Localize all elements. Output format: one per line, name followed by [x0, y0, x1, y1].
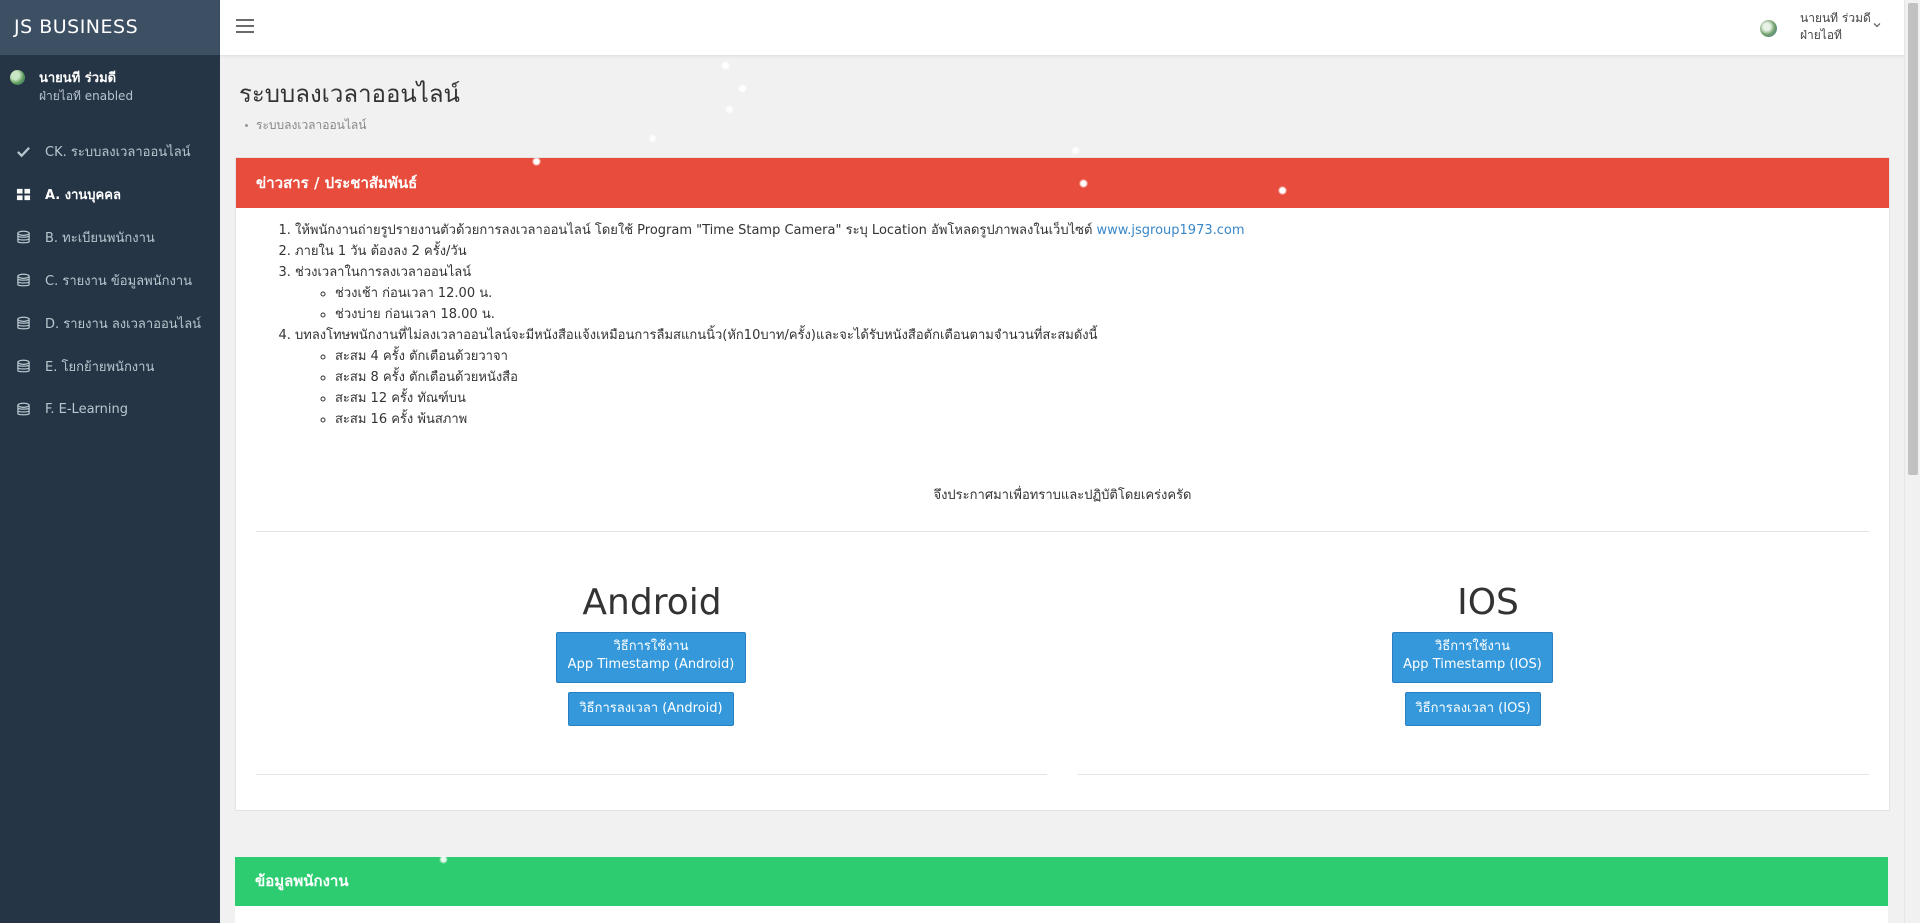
page-title: ระบบลงเวลาออนไลน์ — [239, 80, 460, 108]
news-panel: ข่าวสาร / ประชาสัมพันธ์ ให้พนักงานถ่ายรู… — [235, 157, 1890, 811]
button-label-line2: App Timestamp (Android) — [567, 657, 735, 672]
divider — [256, 774, 1047, 775]
sidebar-nav: CK. ระบบลงเวลาออนไลน์ A. งานบุคคล B. ทะเ… — [0, 130, 220, 431]
user-avatar[interactable] — [1760, 20, 1777, 37]
sidebar-item-label: A. งานบุคคล — [45, 188, 121, 203]
announcement-text: ช่วงเวลาในการลงเวลาออนไลน์ — [295, 265, 472, 280]
check-icon — [15, 144, 31, 160]
news-panel-header: ข่าวสาร / ประชาสัมพันธ์ — [236, 158, 1889, 208]
snow-decoration — [648, 134, 657, 143]
sidebar-item-label: D. รายงาน ลงเวลาออนไลน์ — [45, 317, 202, 332]
sidebar-item-label: B. ทะเบียนพนักงาน — [45, 231, 155, 246]
database-icon — [15, 230, 31, 246]
sidebar-item-employee-registry[interactable]: B. ทะเบียนพนักงาน — [0, 216, 220, 259]
penalty-list: สะสม 4 ครั้ง ตักเตือนด้วยวาจา สะสม 8 ครั… — [295, 346, 1245, 430]
sidebar-item-label: F. E-Learning — [45, 402, 128, 417]
database-icon — [15, 273, 31, 289]
sidebar-user-dept: ฝ่ายไอที enabled — [39, 89, 134, 103]
sidebar-item-label: CK. ระบบลงเวลาออนไลน์ — [45, 145, 191, 160]
snow-decoration — [725, 105, 734, 114]
breadcrumb: ระบบลงเวลาออนไลน์ — [245, 116, 366, 135]
list-item: ช่วงบ่าย ก่อนเวลา 18.00 น. — [335, 304, 1245, 325]
list-item: บทลงโทษพนักงานที่ไม่ลงเวลาออนไลน์จะมีหนั… — [295, 325, 1245, 430]
list-item: ภายใน 1 วัน ต้องลง 2 ครั้ง/วัน — [295, 241, 1245, 262]
list-item: ช่วงเวลาในการลงเวลาออนไลน์ ช่วงเช้า ก่อน… — [295, 262, 1245, 325]
user-avatar — [10, 70, 25, 85]
top-navbar: นายนที ร่วมดี ฝ่ายไอที — [220, 0, 1904, 56]
dashboard-icon — [15, 187, 31, 203]
hamburger-menu-icon[interactable] — [236, 19, 254, 35]
chevron-down-icon[interactable] — [1872, 20, 1882, 30]
announcement-text: ให้พนักงานถ่ายรูปรายงานตัวด้วยการลงเวลาอ… — [295, 223, 1097, 238]
employee-panel: ข้อมูลพนักงาน — [235, 857, 1888, 923]
database-icon — [15, 316, 31, 332]
website-link[interactable]: www.jsgroup1973.com — [1097, 223, 1245, 238]
user-menu[interactable]: นายนที ร่วมดี ฝ่ายไอที — [1800, 10, 1871, 44]
database-icon — [15, 402, 31, 418]
page-scrollbar[interactable] — [1904, 0, 1920, 923]
sidebar-item-label: C. รายงาน ข้อมูลพนักงาน — [45, 274, 192, 289]
button-label-line2: App Timestamp (IOS) — [1403, 657, 1542, 672]
time-window-list: ช่วงเช้า ก่อนเวลา 12.00 น. ช่วงบ่าย ก่อน… — [295, 283, 1245, 325]
android-guide-button[interactable]: วิธีการใช้งาน App Timestamp (Android) — [556, 632, 746, 683]
ios-checkin-button[interactable]: วิธีการลงเวลา (IOS) — [1405, 692, 1541, 726]
closing-statement: จึงประกาศมาเพื่อทราบและปฏิบัติโดยเคร่งคร… — [933, 488, 1192, 503]
breadcrumb-item[interactable]: ระบบลงเวลาออนไลน์ — [256, 118, 366, 132]
ios-title: IOS — [1457, 582, 1519, 623]
sidebar-item-transfer[interactable]: E. โยกย้ายพนักงาน — [0, 345, 220, 388]
sidebar-user-panel: นายนที ร่วมดี ฝ่ายไอที enabled — [0, 55, 220, 130]
snow-decoration — [721, 61, 730, 70]
android-checkin-button[interactable]: วิธีการลงเวลา (Android) — [568, 692, 734, 726]
top-user-name: นายนที ร่วมดี — [1800, 11, 1871, 25]
scrollbar-thumb[interactable] — [1908, 3, 1918, 475]
brand-logo[interactable]: JS BUSINESS — [0, 0, 220, 55]
top-user-dept: ฝ่ายไอที — [1800, 28, 1842, 42]
list-item: สะสม 8 ครั้ง ตักเตือนด้วยหนังสือ — [335, 367, 1245, 388]
list-item: ให้พนักงานถ่ายรูปรายงานตัวด้วยการลงเวลาอ… — [295, 220, 1245, 241]
employee-panel-header: ข้อมูลพนักงาน — [235, 857, 1888, 906]
sidebar-item-online-checkin[interactable]: CK. ระบบลงเวลาออนไลน์ — [0, 130, 220, 173]
snow-decoration — [1071, 146, 1080, 155]
bullet-icon — [245, 124, 248, 127]
sidebar-item-employee-report[interactable]: C. รายงาน ข้อมูลพนักงาน — [0, 259, 220, 302]
sidebar-item-elearning[interactable]: F. E-Learning — [0, 388, 220, 431]
announcement-text: บทลงโทษพนักงานที่ไม่ลงเวลาออนไลน์จะมีหนั… — [295, 328, 1098, 343]
list-item: ช่วงเช้า ก่อนเวลา 12.00 น. — [335, 283, 1245, 304]
android-title: Android — [582, 582, 722, 623]
divider — [256, 531, 1869, 532]
sidebar-item-checkin-report[interactable]: D. รายงาน ลงเวลาออนไลน์ — [0, 302, 220, 345]
sidebar-user-name: นายนที ร่วมดี — [39, 71, 117, 86]
sidebar-item-hr[interactable]: A. งานบุคคล — [0, 173, 220, 216]
button-label-line1: วิธีการใช้งาน — [1434, 639, 1511, 654]
button-label-line1: วิธีการใช้งาน — [613, 639, 689, 654]
list-item: สะสม 12 ครั้ง ทัณฑ์บน — [335, 388, 1245, 409]
announcement-text: ภายใน 1 วัน ต้องลง 2 ครั้ง/วัน — [295, 244, 467, 259]
list-item: สะสม 16 ครั้ง พ้นสภาพ — [335, 409, 1245, 430]
announcement-list: ให้พนักงานถ่ายรูปรายงานตัวด้วยการลงเวลาอ… — [255, 220, 1245, 430]
snow-decoration — [738, 84, 747, 93]
sidebar: JS BUSINESS นายนที ร่วมดี ฝ่ายไอที enabl… — [0, 0, 220, 923]
database-icon — [15, 359, 31, 375]
divider — [1078, 774, 1869, 775]
list-item: สะสม 4 ครั้ง ตักเตือนด้วยวาจา — [335, 346, 1245, 367]
ios-guide-button[interactable]: วิธีการใช้งาน App Timestamp (IOS) — [1392, 632, 1553, 683]
sidebar-item-label: E. โยกย้ายพนักงาน — [45, 360, 155, 375]
